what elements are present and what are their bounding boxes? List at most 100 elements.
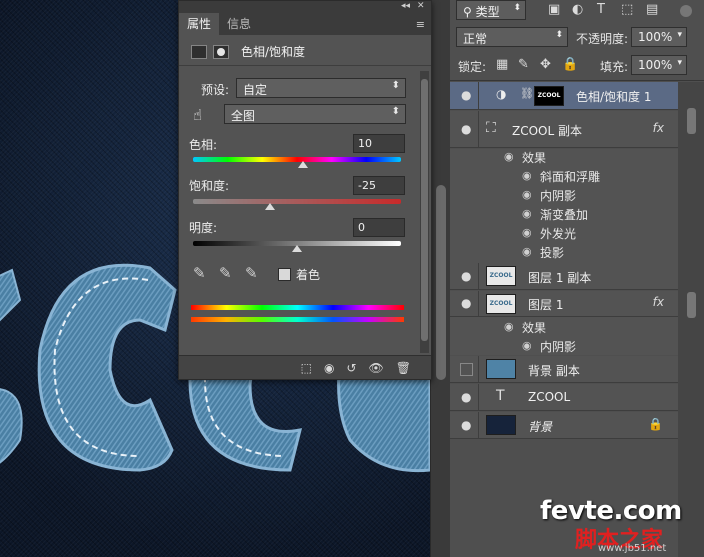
mask-icon[interactable] [213,44,229,59]
effect-item[interactable]: 内阴影 [540,338,576,355]
lock-position-icon[interactable]: ✥ [540,57,551,72]
dropdown-arrow-icon: ▾ [677,58,682,68]
colorize-label: 着色 [296,268,321,282]
blend-mode-value: 正常 [463,32,488,46]
eyedropper-minus-icon[interactable]: ✎ [245,264,258,282]
adjustment-filter-icon[interactable]: ◐ [572,2,583,17]
fx-badge[interactable]: fx [653,121,664,135]
visibility-eye-icon[interactable]: 👁 [369,361,384,375]
channel-dropdown[interactable]: 全图 ⬍ [224,104,406,124]
input-color-spectrum [191,305,404,310]
hue-slider-track[interactable] [193,157,401,162]
fx-badge[interactable]: fx [653,295,664,309]
hue-slider-knob[interactable] [298,161,309,168]
filter-toggle[interactable] [680,5,692,17]
lock-transparent-icon[interactable]: ▦ [496,57,508,72]
blend-mode-dropdown[interactable]: 正常 ⬍ [456,27,568,47]
hue-label: 色相: [189,138,218,152]
layers-scrollbar[interactable] [678,82,704,557]
effect-item[interactable]: 渐变叠加 [540,206,588,223]
dropdown-arrow-icon: ⬍ [555,30,563,40]
preset-dropdown[interactable]: 自定 ⬍ [236,78,406,98]
kind-filter-dropdown[interactable]: ⚲ 类型 ⬍ [456,0,526,20]
row-separator [478,263,479,289]
tab-info[interactable]: 信息 [219,13,259,35]
close-icon[interactable]: ✕ [417,1,425,11]
tab-properties[interactable]: 属性 [179,13,220,35]
saturation-slider-knob[interactable] [264,203,275,210]
lock-all-icon[interactable]: 🔒 [562,57,578,72]
visibility-off-box[interactable] [460,363,473,376]
visibility-eye-icon[interactable]: ◉ [522,339,532,352]
canvas-vertical-scrollbar[interactable] [430,0,451,557]
adjustment-title: 色相/饱和度 [241,45,306,59]
properties-scrollbar[interactable] [420,71,429,353]
fill-input[interactable]: 100% ▾ [631,55,687,75]
view-previous-icon[interactable]: ◉ [324,361,334,375]
panel-tabs: 属性 信息 ≡ [179,13,431,35]
layer-row[interactable]: ● T ZCOOL [450,384,678,411]
smart-object-icon: ⛶ [486,120,496,136]
smart-object-filter-icon[interactable]: ▤ [646,2,658,17]
effect-item[interactable]: 斜面和浮雕 [540,168,600,185]
saturation-slider-track[interactable] [193,199,401,204]
effect-item[interactable]: 外发光 [540,225,576,242]
visibility-eye-icon[interactable]: ◉ [522,245,532,258]
adjustment-layer-icon[interactable] [191,44,207,59]
panel-menu-icon[interactable]: ≡ [416,18,425,31]
dropdown-arrow-icon: ▾ [677,30,682,40]
visibility-eye-icon[interactable]: ◉ [522,226,532,239]
opacity-input[interactable]: 100% ▾ [631,27,687,47]
visibility-eye-icon[interactable]: ◉ [504,320,514,333]
eyedropper-icon[interactable]: ✎ [193,264,206,282]
row-separator [478,384,479,410]
layer-row[interactable]: ● ⛶ ZCOOL 副本 fx [450,111,678,148]
visibility-eye-icon[interactable]: ◉ [522,207,532,220]
visibility-eye-icon[interactable]: ◉ [522,169,532,182]
canvas-scroll-thumb[interactable] [436,185,446,380]
visibility-eye-icon[interactable]: ◉ [504,150,514,163]
reset-icon[interactable]: ↺ [346,361,356,375]
clip-to-layer-icon[interactable]: ⬚ [301,361,312,375]
lightness-input[interactable]: 0 [353,218,405,237]
type-filter-icon[interactable]: T [597,2,605,17]
layer-row[interactable]: ● ZCOOL 图层 1 副本 [450,263,678,290]
effect-item[interactable]: 内阴影 [540,187,576,204]
layer-row[interactable]: ● ◑ ⛓ ZCOOL 色相/饱和度 1 [450,82,678,110]
hue-input[interactable]: 10 [353,134,405,153]
visibility-eye-icon[interactable]: ◉ [522,188,532,201]
shape-filter-icon[interactable]: ⬚ [621,2,633,17]
row-separator [478,291,479,316]
visibility-eye-icon[interactable]: ● [461,390,471,404]
visibility-eye-icon[interactable]: ● [461,296,471,310]
dropdown-arrow-icon: ⬍ [391,80,400,91]
layers-scroll-thumb[interactable] [687,292,696,318]
lock-image-icon[interactable]: ✎ [518,57,529,72]
visibility-eye-icon[interactable]: ● [461,122,471,136]
search-icon: ⚲ [463,5,476,19]
layer-mask-thumbnail: ZCOOL [534,86,564,106]
delete-icon[interactable]: 🗑 [396,361,411,375]
pixel-filter-icon[interactable]: ▣ [548,2,560,17]
visibility-eye-icon[interactable]: ● [461,88,471,102]
lightness-slider-knob[interactable] [292,245,302,252]
fill-value: 100% [638,58,673,72]
eyedropper-plus-icon[interactable]: ✎ [219,264,232,282]
effects-label: 效果 [522,321,547,335]
properties-footer: ⬚ ◉ ↺ 👁 🗑 [179,355,431,379]
dropdown-arrow-icon: ⬍ [513,3,521,13]
visibility-eye-icon[interactable]: ● [461,418,471,432]
layer-row[interactable]: 背景 副本 [450,356,678,383]
target-adjust-hand-icon[interactable]: ☝ [193,106,202,124]
properties-scroll-thumb[interactable] [421,79,428,341]
layer-row[interactable]: ● 背景 🔒 [450,412,678,439]
effect-item[interactable]: 投影 [540,244,564,261]
layer-thumbnail: ZCOOL [486,266,516,286]
collapse-icon[interactable]: ◂◂ [401,1,410,11]
colorize-checkbox[interactable] [278,268,291,281]
visibility-eye-icon[interactable]: ● [461,269,471,283]
layer-row[interactable]: ● ZCOOL 图层 1 fx [450,291,678,317]
saturation-input[interactable]: -25 [353,176,405,195]
layers-scroll-thumb[interactable] [687,108,696,134]
adjustment-header: 色相/饱和度 [191,43,305,60]
